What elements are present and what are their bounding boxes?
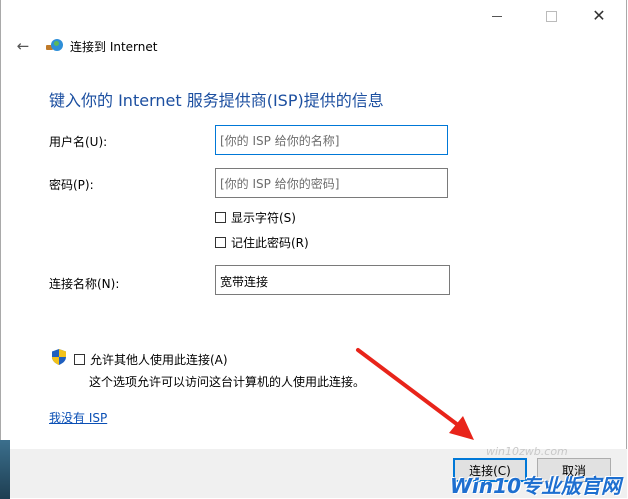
show-chars-checkbox-row[interactable]: 显示字符(S)	[215, 209, 296, 226]
watermark-site: win10zwb.com	[486, 445, 568, 458]
title-bar: ✕	[1, 0, 628, 32]
maximize-button[interactable]	[528, 0, 574, 32]
close-button[interactable]: ✕	[576, 0, 622, 32]
allow-others-note: 这个选项允许可以访问这台计算机的人使用此连接。	[89, 375, 366, 389]
username-input[interactable]: [你的 ISP 给你的名称]	[215, 125, 448, 155]
username-label: 用户名(U):	[49, 135, 108, 149]
back-button[interactable]: ←	[15, 37, 31, 55]
back-arrow-icon: ←	[16, 37, 30, 55]
show-chars-checkbox[interactable]	[215, 212, 226, 223]
nav-row: ← 连接到 Internet	[15, 36, 158, 56]
remember-password-checkbox-row[interactable]: 记住此密码(R)	[215, 234, 309, 251]
allow-others-label: 允许其他人使用此连接(A)	[90, 353, 228, 367]
page-heading: 键入你的 Internet 服务提供商(ISP)提供的信息	[49, 91, 384, 110]
watermark-brand: Win10专业版官网	[450, 474, 621, 498]
maximize-icon	[545, 10, 557, 22]
uac-shield-icon	[52, 349, 66, 365]
no-isp-link[interactable]: 我没有 ISP	[49, 409, 107, 426]
connect-dialog: ✕ ← 连接到 Internet 键入你的 Internet 服务提供商(ISP…	[0, 0, 627, 498]
window-title: 连接到 Internet	[70, 39, 158, 54]
password-input[interactable]: [你的 ISP 给你的密码]	[215, 168, 448, 198]
password-label: 密码(P):	[49, 178, 94, 192]
show-chars-label: 显示字符(S)	[231, 211, 296, 225]
remember-password-checkbox[interactable]	[215, 237, 226, 248]
desktop-background-strip	[0, 440, 10, 499]
connection-name-label: 连接名称(N):	[49, 277, 120, 291]
allow-others-checkbox-row[interactable]: 允许其他人使用此连接(A)	[74, 351, 228, 368]
connection-name-input[interactable]: 宽带连接	[215, 265, 450, 295]
network-connection-icon	[46, 39, 64, 53]
minimize-button[interactable]	[474, 0, 520, 32]
minimize-icon	[492, 15, 502, 17]
remember-password-label: 记住此密码(R)	[231, 236, 309, 250]
allow-others-checkbox[interactable]	[74, 354, 85, 365]
close-icon: ✕	[592, 6, 606, 25]
